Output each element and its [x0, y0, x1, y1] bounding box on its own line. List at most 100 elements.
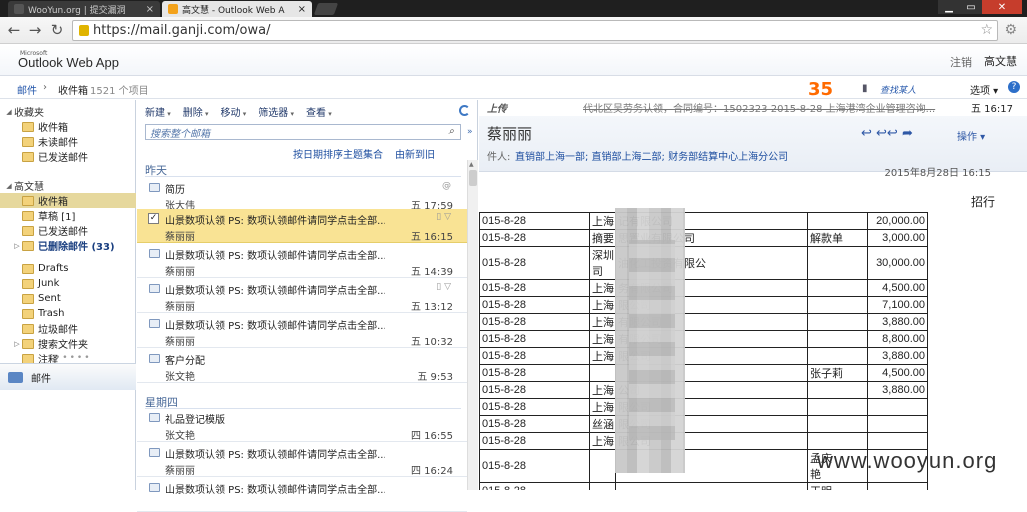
message-row[interactable]: 客户分配 张文艳 五 9:53: [137, 349, 467, 383]
folder-item[interactable]: Junk: [0, 276, 136, 291]
folder-item[interactable]: 收件箱: [0, 119, 136, 134]
table-row: 015-8-28上海限公司3,880.00: [479, 347, 928, 365]
folder-item[interactable]: 已发送邮件: [0, 149, 136, 164]
filter-button[interactable]: 筛选器: [258, 104, 294, 119]
back-arrow-icon[interactable]: ←: [5, 21, 23, 39]
lock-icon: [79, 25, 89, 36]
expand-arrow-icon[interactable]: ▷: [12, 242, 22, 250]
folder-item[interactable]: Trash: [0, 306, 136, 321]
folder-item[interactable]: ▷ 搜索文件夹: [0, 336, 136, 351]
refresh-icon[interactable]: [459, 105, 470, 116]
forward-arrow-icon[interactable]: →: [26, 21, 44, 39]
tab-outlook[interactable]: 高文慧 - Outlook Web A ×: [162, 1, 312, 17]
breadcrumb-bar: 邮件 › 收件箱 1521 个项目 35 ▮ 查找某人 选项 ▾ ?: [0, 77, 1027, 100]
folder-item[interactable]: 垃圾邮件: [0, 321, 136, 336]
folder-label: 垃圾邮件: [38, 325, 78, 336]
recipients-list[interactable]: 直销部上海一部; 直销部上海二部; 财务部结算中心上海分公司: [515, 148, 788, 163]
folder-item[interactable]: 未读邮件: [0, 134, 136, 149]
window-close-button[interactable]: ✕: [982, 0, 1022, 14]
help-icon[interactable]: ?: [1008, 81, 1020, 93]
address-book-icon[interactable]: ▮: [862, 83, 868, 94]
sort-by-menu[interactable]: 按日期排序主题集合: [293, 146, 383, 161]
options-menu[interactable]: 选项 ▾: [970, 82, 998, 97]
message-sender: 蔡丽丽: [165, 267, 195, 278]
pane-resize-grip[interactable]: •••••: [55, 353, 92, 363]
expand-arrow-icon[interactable]: ◢: [4, 108, 14, 116]
move-button[interactable]: 移动: [221, 104, 247, 119]
folder-item[interactable]: Sent: [0, 291, 136, 306]
reading-pane: 上传 代北区吴劳务认领，合同编号：1502323 2015-8-28 上海港湾企…: [479, 100, 1027, 490]
checkbox[interactable]: ✓: [148, 213, 159, 224]
table-cell: 015-8-28: [479, 212, 590, 230]
folder-label: 高文慧: [14, 182, 44, 193]
new-button[interactable]: 新建: [145, 104, 171, 119]
message-row[interactable]: 简历 张大伟五 17:59 @: [137, 178, 467, 212]
folder-icon: [22, 323, 34, 334]
mail-nav-button[interactable]: 邮件: [0, 363, 136, 390]
envelope-icon: [149, 483, 160, 492]
expand-search-icon[interactable]: »: [467, 127, 473, 137]
sort-order-menu[interactable]: 由新到旧: [395, 146, 435, 161]
scroll-up-icon[interactable]: ▲: [469, 161, 474, 168]
view-button[interactable]: 查看: [306, 104, 332, 119]
actions-menu[interactable]: 操作 ▾: [957, 128, 985, 143]
table-cell: 上海: [589, 381, 616, 399]
message-row[interactable]: 山景数项认领 PS: 数项认领邮件请同学点击全部... 蔡丽丽 五 14:39: [137, 244, 467, 278]
folder-item[interactable]: Drafts: [0, 261, 136, 276]
message-row[interactable]: 山景数项认领 PS: 数项认领邮件请同学点击全部... 蔡丽丽 五 10:32: [137, 314, 467, 348]
recipients-label: 件人:: [487, 152, 511, 163]
table-cell: 20,000.00: [867, 212, 928, 230]
find-people-input[interactable]: 查找某人: [880, 83, 916, 96]
folder-icon: [22, 225, 34, 236]
message-row[interactable]: ✓ 山景数项认领 PS: 数项认领邮件请同学点击全部... 蔡丽丽 五 16:15 ▯ …: [137, 209, 467, 243]
search-placeholder: 搜索整个邮箱: [150, 128, 210, 140]
reload-icon[interactable]: ↻: [48, 21, 66, 39]
table-cell: [807, 212, 868, 230]
breadcrumb-inbox: 收件箱: [58, 86, 88, 97]
envelope-icon: [149, 448, 160, 457]
message-row[interactable]: 山景数项认领 PS: 数项认领邮件请同学点击全部... 蔡丽丽 五 13:12 ▯ ▽: [137, 279, 467, 313]
message-subject: 山景数项认领 PS: 数项认领邮件请同学点击全部...: [165, 286, 385, 297]
folder-item[interactable]: 已发送邮件: [0, 223, 136, 238]
table-cell: 015-8-28: [479, 364, 590, 382]
search-icon[interactable]: ⌕: [448, 126, 454, 137]
search-input[interactable]: 搜索整个邮箱 ⌕: [145, 124, 461, 140]
delete-button[interactable]: 删除: [183, 104, 209, 119]
scroll-thumb[interactable]: [469, 170, 477, 186]
flag-icon[interactable]: @: [442, 181, 451, 191]
folder-item[interactable]: ◢ 收藏夹: [0, 104, 136, 120]
message-list-scrollbar[interactable]: ▲: [467, 160, 478, 490]
folder-item[interactable]: ▷ 已删除邮件 (33): [0, 238, 136, 253]
message-row[interactable]: 山景数项认领 PS: 数项认领邮件请同学点击全部... 蔡丽丽 四 16:24: [137, 443, 467, 477]
flag-icon[interactable]: ▯ ▽: [436, 282, 451, 292]
browser-menu-icon[interactable]: ⚙: [1004, 22, 1017, 38]
message-sender: 蔡丽丽: [165, 466, 195, 477]
folder-label: 草稿 [1]: [38, 212, 76, 223]
bookmark-star-icon[interactable]: ☆: [980, 22, 993, 38]
table-cell: 张子莉: [807, 364, 868, 382]
message-row[interactable]: 礼品登记模版 张文艳 四 16:55: [137, 408, 467, 442]
sender-name[interactable]: 蔡丽丽: [487, 123, 532, 144]
new-tab-button[interactable]: [313, 3, 339, 15]
expand-arrow-icon[interactable]: ◢: [4, 182, 14, 190]
logout-link[interactable]: 注销: [950, 54, 972, 70]
table-cell: [807, 246, 868, 280]
breadcrumb-mail[interactable]: 邮件: [17, 82, 37, 97]
folder-item[interactable]: 收件箱: [0, 193, 136, 208]
minimize-button[interactable]: ▁: [938, 0, 960, 14]
maximize-button[interactable]: ▭: [960, 0, 982, 14]
folder-item[interactable]: 草稿 [1]: [0, 208, 136, 223]
message-row[interactable]: 山景数项认领 PS: 数项认领邮件请同学点击全部...: [137, 478, 467, 512]
flag-icon[interactable]: ▯ ▽: [436, 212, 451, 222]
tab-close-icon[interactable]: ×: [292, 4, 306, 15]
folder-item[interactable]: ◢ 高文慧: [0, 178, 136, 194]
expand-arrow-icon[interactable]: ▷: [12, 340, 22, 348]
tab-wooyun[interactable]: WooYun.org | 提交漏洞 ×: [8, 1, 160, 17]
user-name[interactable]: 高文慧: [984, 53, 1017, 69]
tab-close-icon[interactable]: ×: [140, 4, 154, 15]
reply-forward-icons[interactable]: ↩ ↩↩ ➦: [861, 126, 913, 141]
prev-msg-subject: 代北区吴劳务认领，合同编号：1502323 2015-8-28 上海港湾企业管理…: [583, 104, 936, 115]
url-input[interactable]: https:// mail.ganji.com/owa/: [72, 20, 998, 41]
table-cell: 丝涵: [589, 415, 616, 433]
breadcrumb-separator: ›: [43, 82, 47, 93]
